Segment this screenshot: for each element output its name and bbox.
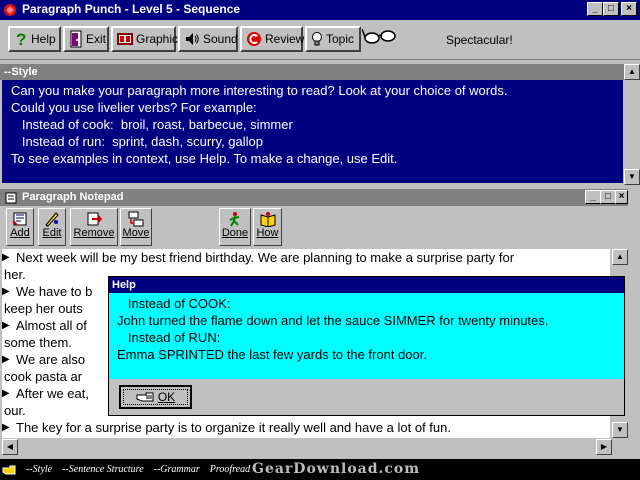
done-button[interactable]: Done (219, 208, 251, 246)
app-icon (4, 4, 16, 16)
edit-label: Edit (42, 227, 62, 239)
scroll-up-arrow[interactable]: ▲ (624, 64, 640, 80)
edit-button[interactable]: Edit (38, 208, 66, 246)
scroll-left-arrow[interactable]: ◀ (2, 439, 18, 455)
how-icon (260, 212, 275, 227)
notepad-toolbar: Add Edit Remove Move Done How (0, 206, 628, 248)
remove-button[interactable]: Remove (70, 208, 118, 246)
checklist-item-grammar[interactable]: --Grammar (154, 464, 200, 475)
style-line: Could you use livelier verbs? For exampl… (11, 100, 257, 115)
add-button[interactable]: Add (6, 208, 34, 246)
notepad-caption: Paragraph Notepad _ □ × (0, 189, 628, 206)
watermark: GearDownload.com (252, 461, 421, 477)
done-label: Done (221, 227, 249, 239)
remove-label: Remove (73, 227, 115, 239)
lightbulb-icon (312, 32, 322, 46)
help-line: John turned the flame down and let the s… (117, 313, 549, 328)
paragraph-sentence[interactable]: The key for a surprise party is to organ… (2, 419, 610, 436)
style-line: Can you make your paragraph more interes… (11, 83, 508, 98)
ok-button[interactable]: OK (119, 385, 192, 409)
remove-icon (87, 212, 102, 226)
sentence-line: Next week will be my best friend birthda… (16, 250, 515, 265)
style-scrollbar[interactable]: ▲ ▼ (624, 64, 640, 185)
hand-icon (2, 465, 16, 474)
sound-label: Sound (203, 32, 238, 46)
style-feedback-text: Can you make your paragraph more interes… (2, 80, 623, 183)
style-panel-caption: --Style (0, 64, 624, 80)
notepad-title: Paragraph Notepad (22, 191, 124, 203)
help-button[interactable]: ? Help (8, 26, 61, 52)
review-button[interactable]: Review (240, 26, 305, 52)
help-line: Instead of COOK: (117, 296, 231, 311)
review-label: Review (265, 32, 305, 46)
notepad-horizontal-scrollbar[interactable]: ◀ ▶ (2, 439, 612, 455)
graphic-button[interactable]: Graphic (111, 26, 179, 52)
help-label: Help (31, 32, 56, 46)
glasses-icon (362, 28, 396, 44)
scroll-down-arrow[interactable]: ▼ (624, 169, 640, 185)
move-button[interactable]: Move (120, 208, 152, 246)
scroll-up-arrow[interactable]: ▲ (612, 249, 628, 265)
sentence-line: The key for a surprise party is to organ… (16, 420, 451, 435)
topic-button[interactable]: Topic (305, 26, 361, 52)
checklist-item-style[interactable]: --Style (26, 464, 52, 475)
notepad-maximize-button[interactable]: □ (600, 190, 616, 204)
add-icon (12, 212, 27, 226)
add-label: Add (10, 227, 30, 239)
edit-icon (45, 212, 59, 227)
graphic-label: Graphic (136, 32, 179, 46)
help-dialog-caption: Help (109, 277, 624, 293)
sound-button[interactable]: Sound (178, 26, 238, 52)
help-line: Instead of RUN: (117, 330, 221, 345)
notepad-close-button[interactable]: × (615, 190, 628, 204)
scroll-right-arrow[interactable]: ▶ (596, 439, 612, 455)
topic-label: Topic (326, 32, 355, 46)
style-line: Instead of run: sprint, dash, scurry, ga… (11, 134, 263, 149)
how-button[interactable]: How (253, 208, 282, 246)
help-examples: Instead of COOK: John turned the flame d… (109, 293, 624, 379)
door-icon (70, 30, 82, 48)
review-icon (247, 32, 261, 46)
title-bar: Paragraph Punch - Level 5 - Sequence _ □… (0, 0, 640, 20)
scroll-down-arrow[interactable]: ▼ (612, 422, 628, 438)
maximize-button[interactable]: □ (603, 2, 619, 16)
done-icon (229, 212, 240, 227)
exit-button[interactable]: Exit (63, 26, 109, 52)
focus-ring (123, 389, 188, 405)
style-line: Instead of cook: broil, roast, barbecue,… (11, 117, 293, 132)
film-icon (117, 33, 133, 45)
svg-text:?: ? (16, 30, 26, 48)
main-toolbar: ? Help Exit Graphic Sound Review Topic S… (0, 20, 640, 60)
exit-label: Exit (86, 32, 107, 46)
notepad-icon (5, 192, 17, 204)
style-line: To see examples in context, use Help. To… (11, 151, 398, 166)
notepad-minimize-button[interactable]: _ (585, 190, 601, 204)
close-button[interactable]: × (621, 2, 637, 16)
checklist-item-sentence-structure[interactable]: --Sentence Structure (62, 464, 144, 475)
move-label: Move (122, 227, 150, 239)
minimize-button[interactable]: _ (587, 2, 603, 16)
how-label: How (256, 227, 279, 239)
help-line: Emma SPRINTED the last few yards to the … (117, 347, 427, 362)
checklist-item-proofread[interactable]: Proofread (210, 464, 250, 475)
move-icon (128, 211, 144, 227)
window-title: Paragraph Punch - Level 5 - Sequence (22, 2, 241, 16)
help-dialog: Help Instead of COOK: John turned the fl… (108, 276, 625, 416)
question-icon: ? (16, 30, 26, 48)
speaker-icon (186, 33, 199, 45)
status-message: Spectacular! (446, 33, 513, 47)
